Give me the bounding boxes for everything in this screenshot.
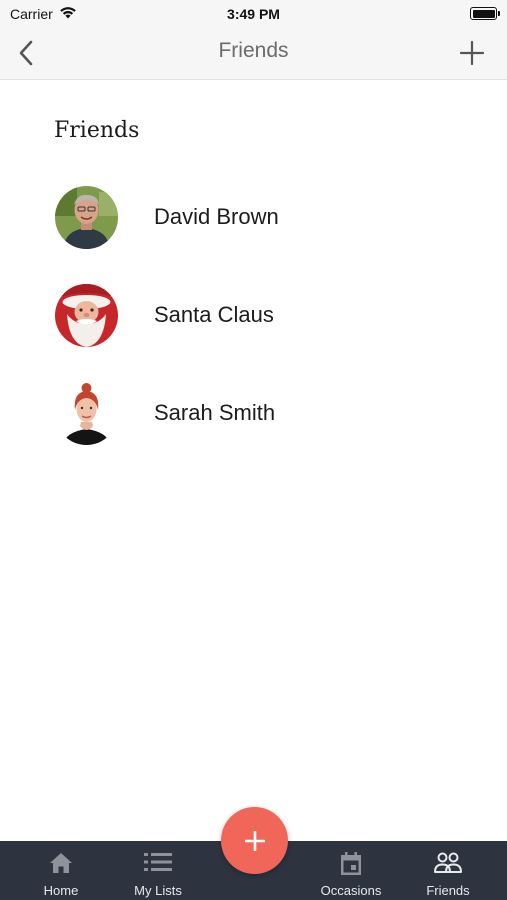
list-item[interactable]: David Brown bbox=[0, 184, 507, 282]
status-time: 3:49 PM bbox=[227, 6, 280, 22]
status-bar: Carrier 3:49 PM bbox=[0, 0, 507, 28]
list-icon bbox=[110, 852, 206, 876]
avatar-david-brown bbox=[55, 186, 118, 249]
battery-icon bbox=[470, 7, 500, 20]
add-fab-button[interactable] bbox=[221, 807, 288, 874]
plus-icon bbox=[460, 41, 484, 65]
tab-label: Occasions bbox=[320, 883, 382, 898]
nav-bar: Friends bbox=[0, 28, 507, 80]
tab-friends[interactable]: Friends bbox=[400, 841, 496, 900]
list-item[interactable]: Santa Claus bbox=[0, 282, 507, 380]
avatar-sarah-smith bbox=[55, 382, 118, 445]
add-friend-button[interactable] bbox=[457, 38, 487, 68]
friends-icon bbox=[400, 852, 496, 876]
plus-icon bbox=[244, 830, 265, 851]
list-item[interactable]: Sarah Smith bbox=[0, 380, 507, 478]
friend-name: Sarah Smith bbox=[154, 400, 276, 425]
tab-label: Friends bbox=[426, 883, 470, 898]
calendar-icon bbox=[303, 852, 399, 876]
tab-home[interactable]: Home bbox=[13, 841, 109, 900]
section-heading: Friends bbox=[54, 118, 140, 143]
tab-label: My Lists bbox=[134, 883, 182, 898]
page-title: Friends bbox=[218, 39, 289, 62]
friend-list: David Brown Santa Claus Sarah Smith bbox=[0, 184, 507, 478]
friend-name: Santa Claus bbox=[154, 302, 274, 327]
tab-my-lists[interactable]: My Lists bbox=[110, 841, 206, 900]
friend-name: David Brown bbox=[154, 204, 279, 229]
avatar-santa-claus bbox=[55, 284, 118, 347]
tab-label: Home bbox=[43, 883, 79, 898]
home-icon bbox=[13, 852, 109, 876]
tab-occasions[interactable]: Occasions bbox=[303, 841, 399, 900]
